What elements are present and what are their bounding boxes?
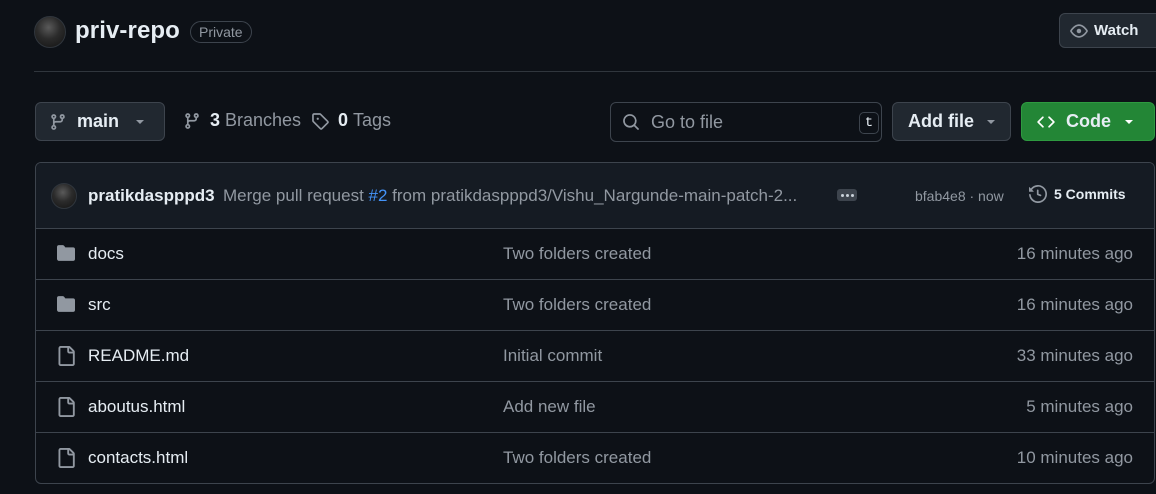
branches-link[interactable]: 3 Branches [183,110,301,131]
file-name[interactable]: README.md [88,346,189,366]
folder-icon [56,244,76,262]
file-row[interactable]: aboutus.html Add new file 5 minutes ago [36,382,1154,433]
header-divider [34,71,1156,72]
file-commit-message[interactable]: Initial commit [503,346,602,366]
file-row[interactable]: src Two folders created 16 minutes ago [36,280,1154,331]
branch-name: main [77,111,120,131]
add-file-label: Add file [908,111,974,131]
ellipsis-dot [840,193,844,197]
tag-icon [311,112,329,130]
folder-icon [56,295,76,313]
code-icon [1036,113,1056,131]
file-name[interactable]: docs [88,244,124,264]
file-name[interactable]: contacts.html [88,448,188,468]
branches-count: 3 [210,110,221,130]
file-name[interactable]: aboutus.html [88,397,185,417]
file-commit-message[interactable]: Two folders created [503,295,651,315]
file-name[interactable]: src [88,295,111,315]
file-row[interactable]: README.md Initial commit 33 minutes ago [36,331,1154,382]
commit-message-suffix: from pratikdaspppd3/Vishu_Nargunde-main-… [387,186,798,205]
repo-name[interactable]: priv-repo [75,17,180,45]
file-commit-time: 33 minutes ago [1016,346,1133,365]
history-icon [1029,185,1047,203]
commits-link[interactable]: 5 Commits [1029,185,1126,203]
file-commit-time: 5 minutes ago [1026,397,1133,416]
file-row[interactable]: contacts.html Two folders created 10 minut… [36,433,1154,483]
code-label: Code [1066,111,1111,131]
git-branch-icon [183,112,201,130]
repo-header: priv-repo Private Watch [0,0,1156,72]
caret-down-icon [1123,117,1135,127]
file-icon [56,346,76,366]
file-row[interactable]: docs Two folders created 16 minutes ago [36,229,1154,280]
commit-sha-time[interactable]: bfab4e8 · now [915,188,1004,204]
add-file-button[interactable]: Add file [892,102,1011,141]
file-commit-time: 16 minutes ago [1016,244,1133,263]
expand-commit-message-button[interactable] [837,189,857,201]
git-branch-icon [49,113,67,131]
tags-label: Tags [353,110,392,130]
caret-down-icon [985,117,997,127]
watch-label: Watch [1094,22,1139,39]
code-button[interactable]: Code [1021,102,1155,141]
ellipsis-dot [845,193,849,197]
file-commit-time: 10 minutes ago [1016,448,1133,467]
file-commit-time: 16 minutes ago [1016,295,1133,314]
tags-link[interactable]: 0 Tags [311,110,391,131]
visibility-badge: Private [190,21,252,43]
commits-label: 5 Commits [1054,186,1126,202]
file-icon [56,448,76,468]
file-commit-message[interactable]: Two folders created [503,448,651,468]
file-browser: pratikdaspppd3 Merge pull request #2 fro… [35,162,1155,484]
branches-label: Branches [225,110,302,130]
file-commit-message[interactable]: Two folders created [503,244,651,264]
commit-author-avatar[interactable] [51,183,77,209]
search-input[interactable] [651,108,851,136]
commit-message[interactable]: Merge pull request #2 from pratikdaspppd… [223,186,828,206]
file-icon [56,397,76,417]
go-to-file-search[interactable]: t [610,102,882,142]
owner-avatar[interactable] [34,16,66,48]
tags-count: 0 [338,110,349,130]
caret-down-icon [134,117,146,127]
watch-button[interactable]: Watch [1059,13,1156,48]
eye-icon [1070,22,1088,40]
latest-commit-bar: pratikdaspppd3 Merge pull request #2 fro… [36,163,1154,229]
file-commit-message[interactable]: Add new file [503,397,596,417]
pull-request-link[interactable]: #2 [369,186,388,205]
commit-author[interactable]: pratikdaspppd3 [88,186,215,206]
branch-selector-button[interactable]: main [35,102,165,141]
search-icon [622,113,640,131]
ellipsis-dot [850,193,854,197]
keyboard-shortcut-hint: t [859,112,879,134]
commit-message-prefix: Merge pull request [223,186,369,205]
